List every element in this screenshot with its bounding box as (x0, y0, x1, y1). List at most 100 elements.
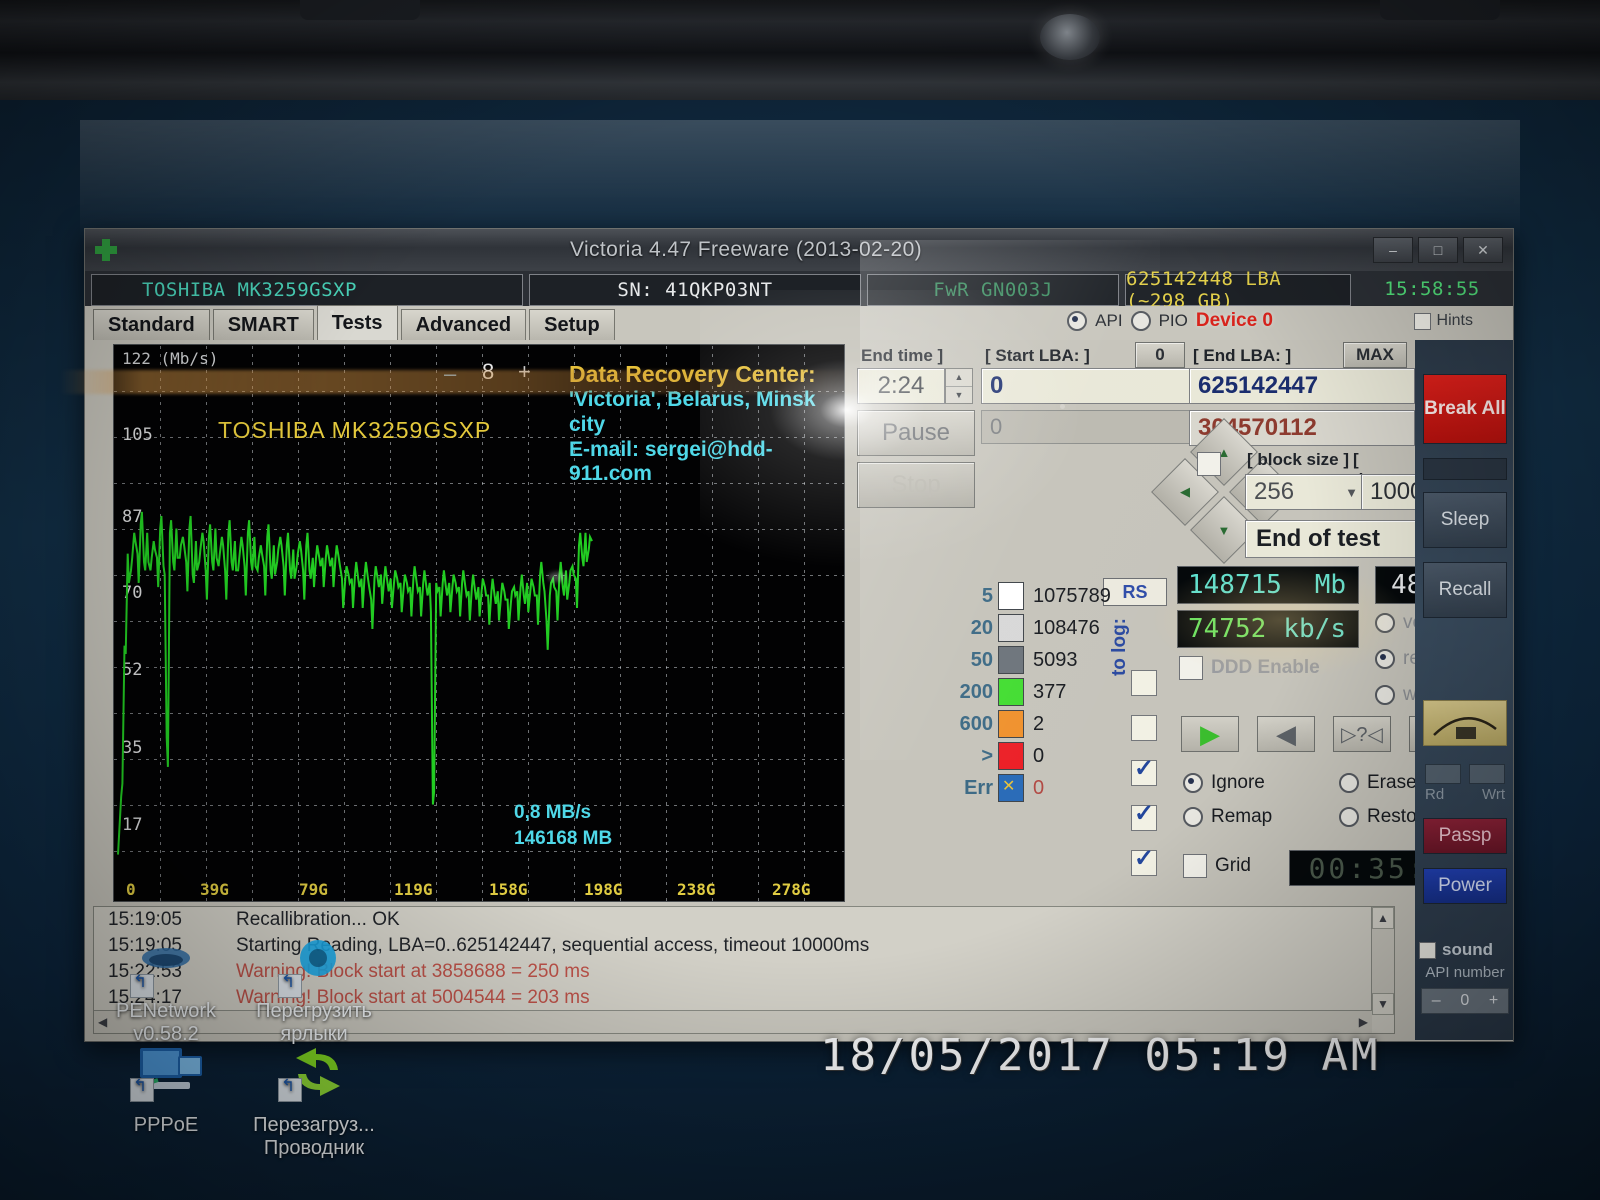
ddd-enable-row[interactable]: DDD Enable (1179, 656, 1320, 680)
test-control-panel: End time ] 2:24 ▲▼ Pause Stop [ Start LB… (853, 340, 1413, 900)
window-titlebar[interactable]: Victoria 4.47 Freeware (2013-02-20) – □ … (85, 229, 1513, 271)
speed-trace (114, 345, 844, 901)
maximize-button[interactable]: □ (1418, 237, 1458, 263)
end-lba-input[interactable]: 625142447 (1189, 368, 1415, 404)
pio-radio[interactable] (1131, 311, 1151, 331)
recall-button[interactable]: Recall (1423, 562, 1507, 618)
stat-count-600: 2 (1024, 713, 1044, 736)
desktop-icon-reload-shortcuts[interactable]: Перегрузить ярлыки (234, 938, 394, 1046)
start-button[interactable]: ▶ (1181, 716, 1239, 752)
break-all-button[interactable]: Break All (1423, 374, 1507, 444)
end-time-down-icon[interactable]: ▼ (946, 387, 972, 404)
power-button[interactable]: Power (1423, 868, 1507, 904)
to-log-checkbox-column (1131, 670, 1157, 895)
chevron-down-icon: ▼ (1345, 485, 1358, 500)
random-read-button[interactable]: ▷?◁ (1333, 716, 1391, 752)
write-radio[interactable] (1375, 685, 1395, 705)
speed-lcd: 74752 kb/s (1177, 610, 1359, 648)
bezel-notch-right (1380, 0, 1500, 20)
hints-toggle[interactable]: Hints (1414, 312, 1473, 330)
defect-erase-row[interactable]: Erase (1339, 772, 1417, 794)
api-plus-button[interactable]: + (1489, 992, 1498, 1010)
stop-button[interactable]: Stop (857, 462, 975, 508)
start-lba-input[interactable]: 0 (981, 368, 1191, 404)
stat-row-200: 200 377 (945, 676, 1135, 708)
verify-radio[interactable] (1375, 613, 1395, 633)
close-button[interactable]: ✕ (1463, 237, 1503, 263)
defect-ignore-row[interactable]: Ignore (1183, 772, 1265, 794)
hints-checkbox[interactable] (1414, 313, 1431, 330)
scroll-down-icon[interactable]: ▼ (1372, 993, 1394, 1015)
grid-checkbox[interactable] (1183, 854, 1207, 878)
api-radio[interactable] (1067, 311, 1087, 331)
interface-mode-group: API PIO Device 0 (1067, 310, 1273, 332)
tab-standard[interactable]: Standard (93, 309, 210, 340)
end-lba-label: [ End LBA: ] (1193, 346, 1291, 366)
remap-radio[interactable] (1183, 807, 1203, 827)
api-number-value: 0 (1460, 992, 1469, 1010)
end-time-stepper[interactable]: ▲▼ (945, 368, 973, 404)
ddd-enable-checkbox[interactable] (1179, 656, 1203, 680)
stat-threshold-600: 600 (945, 713, 998, 736)
blocksize-enable-checkbox[interactable] (1197, 452, 1221, 476)
shortcut-overlay-icon-2 (278, 974, 302, 998)
scroll-up-icon[interactable]: ▲ (1372, 907, 1394, 929)
api-number-label: API number (1417, 964, 1513, 981)
readout-position: 146168 MB (514, 826, 612, 852)
to-log-checkbox-err[interactable] (1131, 850, 1157, 876)
window-title: Victoria 4.47 Freeware (2013-02-20) (119, 238, 1373, 262)
wrt-indicator (1469, 764, 1505, 784)
stat-threshold-over: > (945, 745, 998, 768)
block-size-select[interactable]: 256 ▼ (1245, 474, 1363, 510)
start-lba-label: [ Start LBA: ] (985, 346, 1090, 366)
block-size-label: [ block size ] (1247, 450, 1349, 470)
end-action-value: End of test (1256, 525, 1380, 553)
tab-setup[interactable]: Setup (529, 309, 615, 340)
stat-swatch-50 (998, 646, 1024, 674)
sound-checkbox[interactable] (1419, 942, 1436, 959)
device-badge: Device 0 (1196, 310, 1273, 332)
log-vertical-scrollbar[interactable]: ▲ ▼ (1371, 907, 1394, 1011)
stat-swatch-err: ✕ (998, 774, 1024, 802)
erase-radio[interactable] (1339, 773, 1359, 793)
to-log-checkbox-50[interactable] (1131, 670, 1157, 696)
reverse-button[interactable]: ◀ (1257, 716, 1315, 752)
ignore-radio[interactable] (1183, 773, 1203, 793)
speed-graph[interactable]: 122 (Mb/s) 105 87 70 52 35 17 0 39G 79G … (113, 344, 845, 902)
grid-toggle-row[interactable]: Grid (1183, 854, 1251, 878)
passport-button[interactable]: Passp (1423, 818, 1507, 854)
bezel-notch-left (300, 0, 420, 20)
start-lba-zero-button[interactable]: 0 (1135, 342, 1185, 368)
tab-advanced[interactable]: Advanced (401, 309, 527, 340)
defect-remap-row[interactable]: Remap (1183, 806, 1272, 828)
processed-size-value: 148715 (1178, 570, 1315, 600)
end-time-up-icon[interactable]: ▲ (946, 369, 972, 387)
api-minus-button[interactable]: – (1432, 992, 1441, 1010)
to-log-checkbox-600[interactable] (1131, 760, 1157, 786)
scroll-right-icon[interactable]: ▶ (1359, 1015, 1372, 1029)
restore-radio[interactable] (1339, 807, 1359, 827)
minimize-button[interactable]: – (1373, 237, 1413, 263)
end-lba-max-button[interactable]: MAX (1343, 342, 1407, 368)
sleep-button[interactable]: Sleep (1423, 492, 1507, 548)
grid-label: Grid (1215, 855, 1251, 877)
drive-serial: SN: 41QKP03NT (529, 274, 861, 306)
to-log-checkbox-over[interactable] (1131, 805, 1157, 831)
desktop-icon-penetwork[interactable]: PENetwork v0.58.2 (86, 938, 246, 1046)
read-radio[interactable] (1375, 649, 1395, 669)
log-time-1: 15:19:05 (108, 909, 236, 931)
sound-toggle[interactable]: sound (1419, 940, 1511, 960)
to-log-checkbox-200[interactable] (1131, 715, 1157, 741)
pause-button[interactable]: Pause (857, 410, 975, 456)
stat-swatch-20 (998, 614, 1024, 642)
tab-smart[interactable]: SMART (213, 309, 314, 340)
start-lba-current: 0 (981, 410, 1191, 444)
scroll-track[interactable] (1372, 929, 1394, 993)
desktop-icon-restart-explorer[interactable]: Перезагруз... Проводник (234, 1040, 394, 1160)
camera-timestamp: 18/05/2017 05:19 AM (820, 1030, 1380, 1081)
desktop-icon-pppoe[interactable]: PPPoE (86, 1040, 246, 1137)
tab-tests[interactable]: Tests (317, 305, 398, 340)
api-number-stepper[interactable]: – 0 + (1421, 988, 1509, 1014)
end-time-value[interactable]: 2:24 (857, 368, 945, 404)
stat-count-err: 0 (1024, 777, 1044, 800)
